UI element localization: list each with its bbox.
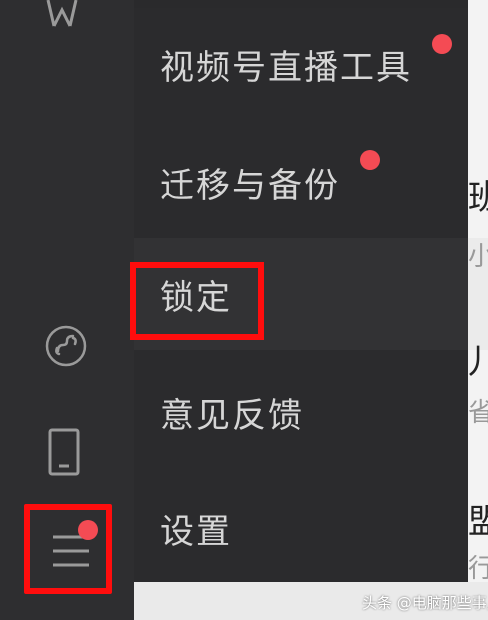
menu-item-feedback[interactable]: 意见反馈 (134, 356, 468, 468)
migrate-backup-badge (360, 150, 380, 170)
film-icon[interactable] (40, 0, 84, 30)
menu-item-label: 迁移与备份 (160, 165, 340, 206)
lock-highlight-box (130, 262, 264, 340)
mini-program-icon[interactable] (42, 322, 90, 370)
background-text-5: 盟 (468, 502, 488, 542)
menu-item-migrate-backup[interactable]: 迁移与备份 (134, 126, 468, 238)
background-text-3: 儿 (468, 342, 488, 382)
live-tools-badge (432, 34, 452, 54)
menu-item-label: 意见反馈 (160, 395, 304, 436)
background-text-4: 省 (468, 398, 488, 428)
background-text-1: 班 (468, 178, 488, 218)
menu-button-highlight-box (24, 504, 112, 594)
menu-item-label: 视频号直播工具 (160, 47, 412, 88)
background-text-2: 小 (468, 242, 488, 272)
phone-icon[interactable] (42, 426, 86, 478)
menu-notification-badge (78, 520, 98, 540)
menu-item-settings[interactable]: 设置 (134, 472, 468, 584)
background-chat-list: 班 小 儿 省 盟 行 (468, 0, 488, 620)
menu-item-live-tools[interactable]: 视频号直播工具 (134, 8, 468, 120)
background-text-6: 行 (468, 554, 488, 584)
watermark: 头条 @电脑那些事儿 (362, 594, 488, 612)
menu-item-label: 设置 (160, 511, 232, 552)
